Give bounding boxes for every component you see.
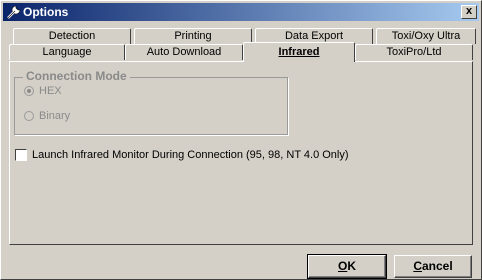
radio-hex[interactable]: HEX — [24, 85, 62, 97]
tab-language[interactable]: Language — [9, 44, 125, 60]
launch-monitor-checkbox[interactable]: Launch Infrared Monitor During Connectio… — [15, 149, 349, 162]
checkbox-box — [15, 149, 27, 162]
cancel-mnemonic: C — [413, 259, 422, 273]
tab-toxi-oxy-ultra[interactable]: Toxi/Oxy Ultra — [376, 28, 476, 44]
tab-detection[interactable]: Detection — [13, 28, 131, 44]
tab-infrared[interactable]: Infrared — [243, 42, 355, 62]
tab-printing[interactable]: Printing — [134, 28, 252, 44]
connection-mode-label: Connection Mode — [23, 69, 130, 83]
radio-indicator-binary — [24, 111, 34, 122]
cancel-label-rest: ancel — [421, 259, 453, 273]
radio-indicator-hex — [24, 86, 34, 97]
wrench-icon — [7, 5, 21, 19]
ok-button[interactable]: OK — [307, 254, 387, 279]
ok-mnemonic: O — [337, 259, 348, 273]
tab-toxipro-ltd[interactable]: ToxiPro/Ltd — [355, 44, 473, 60]
options-dialog: Options x Detection Printing Data Export… — [0, 0, 482, 280]
close-button[interactable]: x — [461, 5, 477, 19]
close-icon: x — [465, 5, 473, 17]
launch-monitor-label: Launch Infrared Monitor During Connectio… — [32, 149, 349, 161]
title-bar[interactable]: Options x — [3, 3, 479, 21]
tab-auto-download[interactable]: Auto Download — [125, 44, 243, 60]
radio-binary[interactable]: Binary — [24, 110, 70, 122]
radio-binary-label: Binary — [39, 110, 71, 122]
radio-hex-label: HEX — [39, 85, 62, 97]
cancel-button[interactable]: Cancel — [394, 255, 472, 278]
ok-label-rest: K — [347, 259, 356, 273]
window-title: Options — [23, 5, 69, 19]
